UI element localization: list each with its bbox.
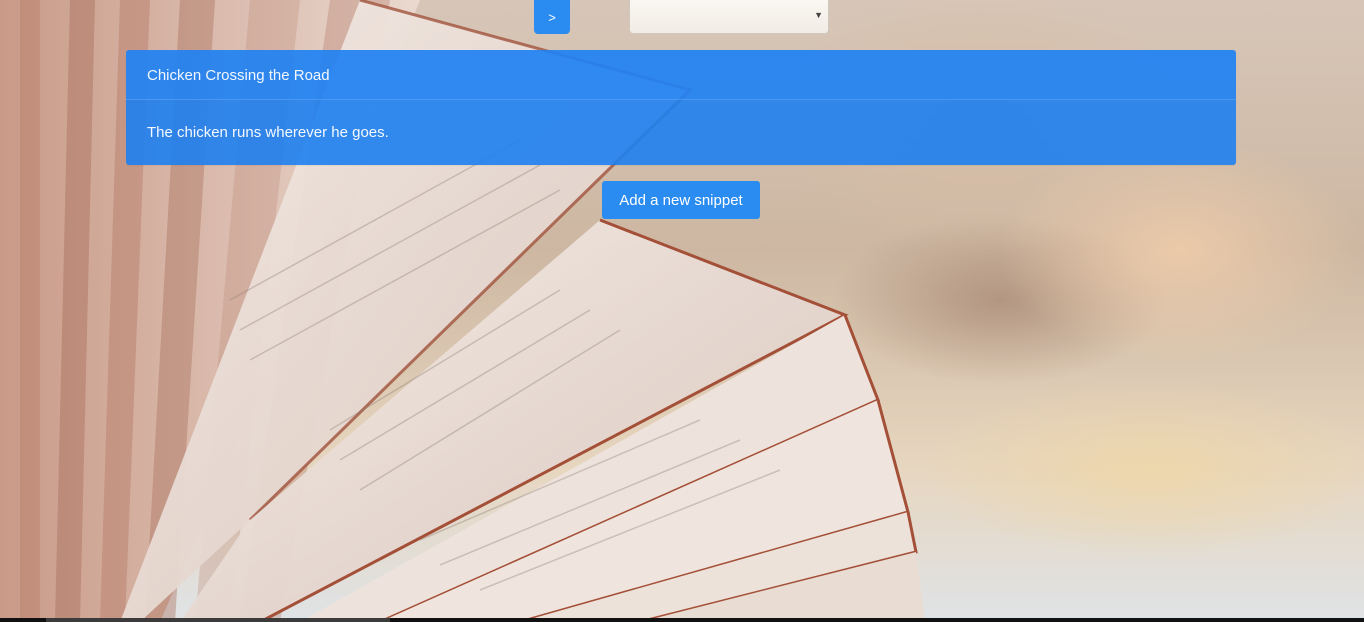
snippet-body: The chicken runs wherever he goes. xyxy=(147,124,389,141)
chevron-down-icon: ▼ xyxy=(814,10,823,20)
snippet-panel: Chicken Crossing the Road The chicken ru… xyxy=(126,50,1236,165)
page: > ▼ Chicken Crossing the Road The chicke… xyxy=(0,0,1364,622)
add-snippet-button[interactable]: Add a new snippet xyxy=(602,181,760,219)
snippet-title: Chicken Crossing the Road xyxy=(126,50,1236,100)
taskbar xyxy=(0,618,1364,622)
next-button[interactable]: > xyxy=(534,0,570,34)
snippet-select[interactable]: ▼ xyxy=(629,0,829,34)
top-controls: > ▼ xyxy=(0,0,1364,40)
taskbar-active-item[interactable] xyxy=(46,618,390,622)
